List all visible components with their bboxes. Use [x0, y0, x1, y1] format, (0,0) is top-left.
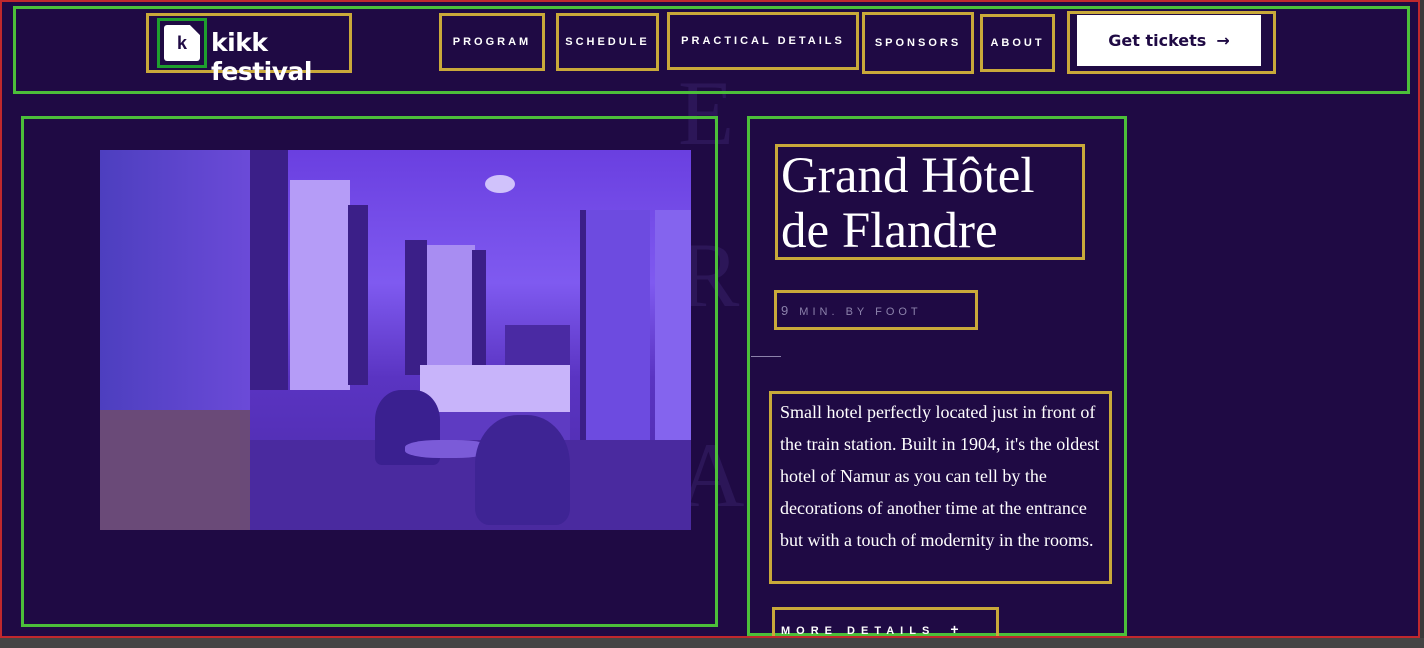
- nav-about-label: ABOUT: [990, 37, 1045, 49]
- get-tickets-frame: Get tickets →: [1067, 11, 1276, 74]
- nav-program-label: PROGRAM: [452, 36, 532, 48]
- logo-glyph: k: [176, 32, 187, 53]
- logo-link[interactable]: k kikk festival: [146, 13, 352, 86]
- hotel-title-line-1: Grand Hôtel: [781, 148, 1035, 204]
- kikk-logo-icon: k: [164, 25, 200, 61]
- divider: [751, 356, 781, 357]
- get-tickets-button[interactable]: Get tickets →: [1077, 15, 1261, 66]
- nav-about[interactable]: ABOUT: [980, 14, 1055, 72]
- more-details-label: MORE DETAILS: [781, 625, 936, 637]
- logo-icon-frame: k: [157, 18, 207, 68]
- hotel-title-line-2: de Flandre: [781, 203, 998, 259]
- distance-unit: MIN. BY FOOT: [799, 306, 922, 318]
- hotel-title-frame: Grand Hôtel de Flandre: [775, 144, 1085, 260]
- distance-value: 9: [781, 303, 793, 318]
- distance-frame: 9 MIN. BY FOOT: [774, 290, 978, 330]
- nav-practical-details-label: PRACTICAL DETAILS: [681, 35, 845, 47]
- distance-text: 9 MIN. BY FOOT: [781, 303, 922, 318]
- page: E R A k kikk festival PROGRAM SCHEDULE P…: [0, 0, 1420, 638]
- nav-sponsors-label: SPONSORS: [874, 37, 962, 49]
- arrow-right-icon: →: [1216, 31, 1230, 50]
- hotel-description: Small hotel perfectly located just in fr…: [780, 402, 1100, 550]
- bottom-strip: [0, 638, 1424, 648]
- more-details-text: MORE DETAILS +: [781, 621, 959, 637]
- hotel-room-photo: [100, 150, 691, 530]
- nav-practical-details[interactable]: PRACTICAL DETAILS: [667, 12, 859, 70]
- hotel-title: Grand Hôtel de Flandre: [781, 149, 1035, 259]
- nav-schedule[interactable]: SCHEDULE: [556, 13, 659, 71]
- plus-icon: +: [950, 621, 959, 637]
- description-frame: Small hotel perfectly located just in fr…: [769, 391, 1112, 584]
- more-details-link[interactable]: MORE DETAILS +: [772, 607, 999, 637]
- nav-program[interactable]: PROGRAM: [439, 13, 545, 71]
- nav-schedule-label: SCHEDULE: [565, 36, 650, 48]
- logo-text: kikk festival: [211, 28, 312, 86]
- get-tickets-label: Get tickets: [1108, 31, 1207, 50]
- nav-sponsors[interactable]: SPONSORS: [862, 12, 974, 74]
- hotel-image-panel: [21, 116, 718, 627]
